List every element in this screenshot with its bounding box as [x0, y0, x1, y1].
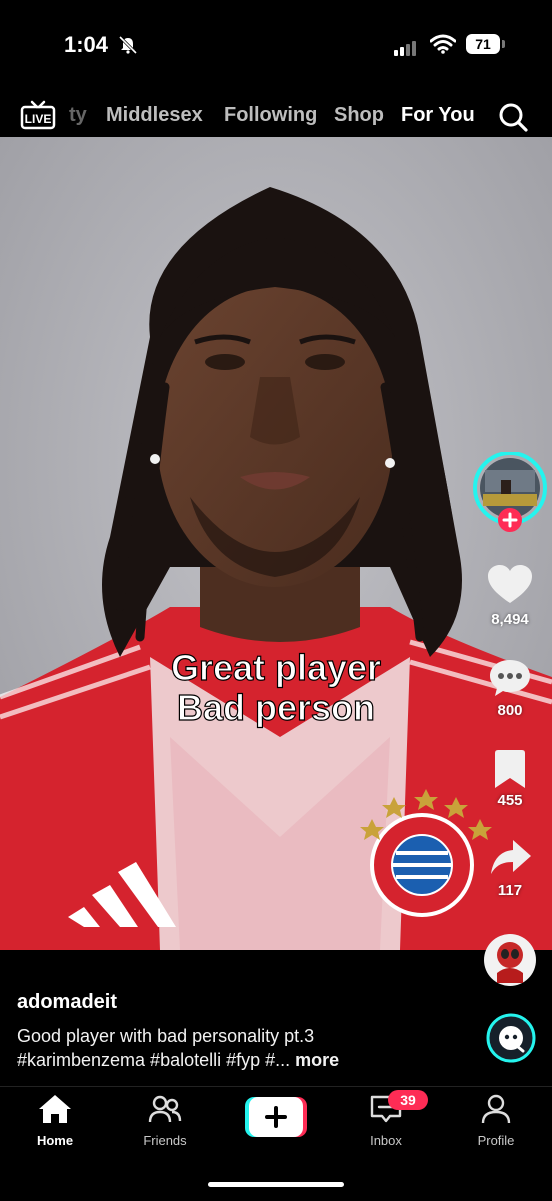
like-heart-icon[interactable] — [488, 565, 532, 605]
bookmark-icon[interactable] — [495, 750, 525, 788]
tab-partial[interactable]: ty — [69, 104, 87, 127]
nav-friends-label: Friends — [143, 1133, 187, 1148]
post-caption[interactable]: Good player with bad personality pt.3 #k… — [17, 1024, 457, 1072]
caption-line-1: Good player with bad personality pt.3 — [17, 1026, 315, 1046]
inbox-badge: 39 — [388, 1090, 428, 1110]
create-plus-button[interactable] — [245, 1097, 307, 1137]
nav-profile-label: Profile — [477, 1133, 515, 1148]
profile-icon — [481, 1094, 511, 1124]
tab-middlesex[interactable]: Middlesex — [106, 104, 203, 127]
caption-hashtags[interactable]: #karimbenzema #balotelli #fyp #... — [17, 1050, 290, 1070]
caption-more-link[interactable]: more — [295, 1050, 339, 1070]
wifi-icon — [430, 34, 456, 54]
friends-icon — [148, 1095, 182, 1123]
home-indicator — [208, 1182, 344, 1187]
signal-icon — [394, 38, 418, 56]
battery-tip — [502, 40, 505, 48]
live-label: LIVE — [25, 112, 52, 126]
video-player[interactable] — [0, 137, 552, 950]
tab-shop[interactable]: Shop — [334, 104, 384, 127]
tab-for-you[interactable]: For You — [401, 104, 475, 127]
overlay-line-1: Great player — [170, 647, 382, 688]
share-arrow-icon[interactable] — [491, 840, 531, 876]
post-username[interactable]: adomadeit — [17, 991, 117, 1014]
caption-line-2: #karimbenzema #balotelli #fyp #... more — [17, 1048, 457, 1072]
status-time: 1:04 — [64, 32, 109, 57]
tab-following[interactable]: Following — [224, 104, 317, 127]
ai-search-icon[interactable] — [486, 1013, 536, 1063]
save-count: 455 — [497, 792, 523, 809]
bell-muted-icon — [118, 36, 138, 54]
nav-home-label: Home — [36, 1133, 74, 1148]
search-icon[interactable] — [497, 101, 529, 133]
nav-friends[interactable]: Friends — [120, 1094, 210, 1148]
video-frame — [0, 137, 552, 950]
like-count: 8,494 — [491, 611, 529, 628]
share-count: 117 — [497, 882, 523, 899]
sound-disc-icon[interactable] — [483, 933, 537, 987]
live-tv-icon[interactable]: LIVE — [20, 100, 56, 130]
creator-avatar[interactable] — [471, 452, 549, 536]
nav-inbox-label: Inbox — [370, 1133, 402, 1148]
home-icon — [39, 1095, 71, 1123]
comment-count: 800 — [497, 702, 523, 719]
nav-home[interactable]: Home — [10, 1094, 100, 1148]
nav-profile[interactable]: Profile — [451, 1094, 541, 1148]
battery-indicator: 71 — [466, 34, 500, 54]
comment-icon[interactable] — [489, 658, 531, 698]
